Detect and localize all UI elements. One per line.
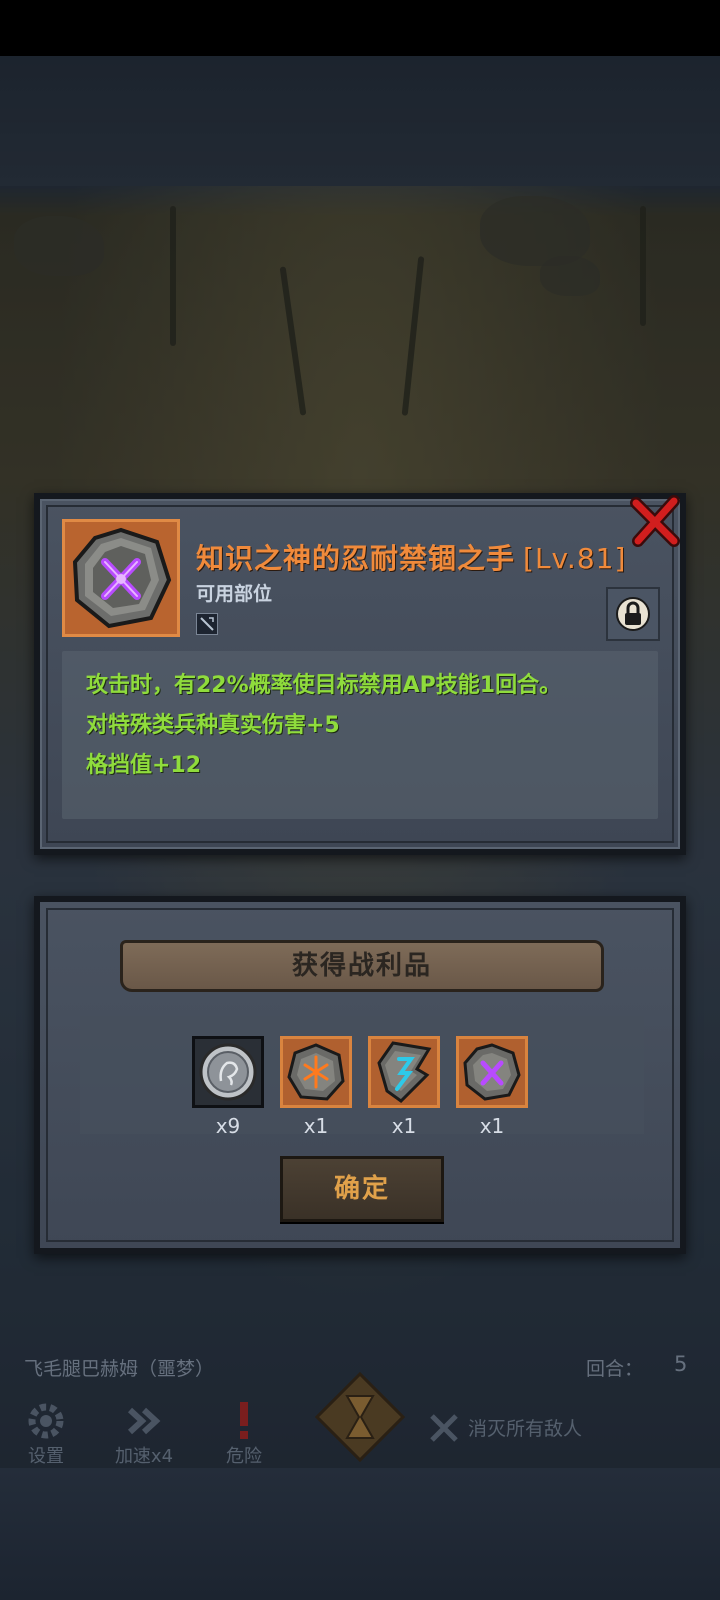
loot-panel: 获得战利品 x9 x1 x1 x1 确定	[34, 896, 686, 1254]
fast-forward-icon	[127, 1407, 161, 1435]
item-icon-frame	[62, 519, 180, 637]
loot-item[interactable]	[280, 1036, 352, 1108]
lock-button[interactable]	[606, 587, 660, 641]
end-turn-button[interactable]	[313, 1370, 407, 1464]
purple-rune-stone-icon	[463, 1043, 521, 1101]
effect-line: 对特殊类兵种真实伤害+5	[86, 713, 340, 738]
navigation-bar	[0, 1468, 720, 1600]
exclamation-icon	[240, 1402, 248, 1439]
item-level: [Lv.81]	[523, 542, 627, 575]
speed-label: 加速x4	[114, 1446, 174, 1467]
purple-rune-stone-icon	[72, 527, 172, 629]
objective-text: 消灭所有敌人	[468, 1418, 583, 1440]
loot-item[interactable]	[456, 1036, 528, 1108]
orange-rune-stone-icon	[287, 1043, 345, 1101]
item-description-box: 攻击时，有22%概率使目标禁用AP技能1回合。 对特殊类兵种真实伤害+5 格挡值…	[62, 651, 658, 819]
status-bar	[0, 0, 720, 56]
silver-coin-icon	[199, 1043, 257, 1101]
crossed-swords-icon	[430, 1414, 458, 1442]
weapon-slot-icon	[196, 613, 218, 635]
settings-button[interactable]: 设置	[6, 1396, 86, 1468]
loot-strip	[80, 1016, 644, 1134]
lock-icon	[616, 597, 650, 631]
round-value: 5	[674, 1352, 688, 1376]
loot-quantity: x9	[215, 1114, 241, 1138]
item-detail-panel: 知识之神的忍耐禁锢之手 [Lv.81] 可用部位 攻击时，有22%概率使目标禁用A…	[34, 493, 686, 855]
settings-label: 设置	[28, 1446, 64, 1467]
loot-item[interactable]	[368, 1036, 440, 1108]
confirm-label: 确定	[333, 1174, 390, 1204]
confirm-button[interactable]: 确定	[280, 1156, 444, 1222]
danger-label: 危险	[226, 1446, 262, 1467]
item-name: 知识之神的忍耐禁锢之手	[196, 542, 516, 575]
speed-button[interactable]: 加速x4	[104, 1396, 184, 1468]
close-button[interactable]	[628, 493, 684, 549]
loot-item[interactable]	[192, 1036, 264, 1108]
gear-icon	[28, 1403, 64, 1439]
hourglass-icon	[314, 1371, 406, 1463]
stage-name: 飞毛腿巴赫姆（噩梦）	[24, 1358, 215, 1380]
effect-line: 攻击时，有22%概率使目标禁用AP技能1回合。	[86, 673, 562, 698]
item-title: 知识之神的忍耐禁锢之手 [Lv.81]	[196, 537, 626, 577]
effect-line: 格挡值+12	[86, 753, 202, 778]
usable-slot-label: 可用部位	[196, 583, 273, 605]
loot-quantity: x1	[479, 1114, 505, 1138]
round-label: 回合：	[586, 1358, 644, 1380]
close-icon	[630, 495, 680, 547]
cyan-rune-shard-icon	[377, 1041, 432, 1103]
danger-button[interactable]: 危险	[204, 1396, 284, 1468]
loot-banner: 获得战利品	[120, 940, 604, 992]
loot-quantity: x1	[391, 1114, 417, 1138]
loot-title: 获得战利品	[291, 951, 432, 981]
loot-quantity: x1	[303, 1114, 329, 1138]
